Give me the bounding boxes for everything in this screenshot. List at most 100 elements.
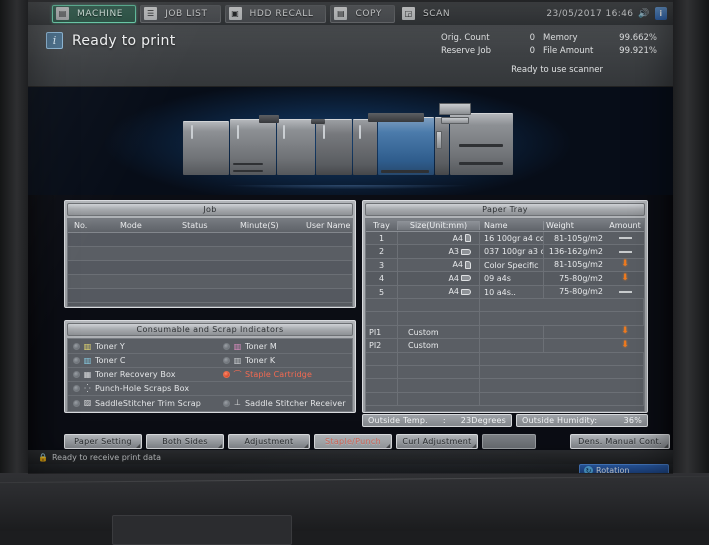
consumable-punch-hole-scraps-box[interactable]: ⁛ Punch-Hole Scraps Box [68, 384, 218, 393]
amount-full-arrow-icon: ⬇ [621, 341, 629, 350]
tab-hdd-recall[interactable]: ▣ HDD RECALL [225, 5, 327, 23]
pi-amount: ⬇ [606, 327, 644, 336]
consumable-saddlestitcher-trim-scrap[interactable]: ▨ SaddleStitcher Trim Scrap [68, 399, 218, 408]
spacer-button [482, 434, 536, 449]
consumable-row: ▨ SaddleStitcher Trim Scrap ⊥ Saddle Sti… [68, 396, 352, 410]
tray-col-amount: Amount [606, 221, 644, 230]
consumable-saddle-stitcher-receiver[interactable]: ⊥ Saddle Stitcher Receiver [218, 399, 346, 408]
paper-tray-row[interactable]: 4 A4 09 a4s 75-80g/m2 ⬇ [366, 272, 644, 285]
consumable-staple-cartridge[interactable]: ⌒ Staple Cartridge [218, 370, 312, 379]
help-icon[interactable]: i [655, 7, 667, 20]
receiver-icon: ⊥ [232, 399, 243, 407]
outside-temp-box: Outside Temp. : 23Degrees [362, 414, 512, 427]
orig-count-label: Orig. Count [441, 33, 513, 43]
reserve-job-value: 0 [513, 46, 543, 56]
paper-tray-panel[interactable]: Paper Tray Tray Size(Unit:mm) Name Weigh… [362, 200, 648, 413]
job-panel[interactable]: Job No. Mode Status Minute(S) User Name [64, 200, 356, 308]
file-amount-label: File Amount [543, 46, 609, 56]
paper-tray-row-empty[interactable] [366, 366, 644, 379]
lock-icon: 🔒 [38, 453, 48, 462]
job-row-empty[interactable] [68, 261, 352, 275]
consumable-label: Staple Cartridge [245, 370, 312, 379]
job-row-empty[interactable] [68, 275, 352, 289]
tray-amount: ⬇ [606, 260, 644, 269]
bezel-right-edge [673, 0, 709, 531]
job-col-minute: Minute(S) [240, 221, 306, 230]
tray-amount: ⬇ [606, 274, 644, 283]
tray-paper-name: 10 a4s.. [480, 286, 544, 298]
trim-scrap-icon: ▨ [82, 399, 93, 407]
tray-number: 1 [366, 232, 398, 244]
consumable-toner-k[interactable]: ▥ Toner K [218, 356, 275, 365]
consumable-row: ▥ Toner Y ▥ Toner M [68, 340, 352, 354]
paper-tray-row[interactable]: 1 A4 16 100gr a4 colotech 81-105g/m2 [366, 232, 644, 245]
job-col-user: User Name [306, 221, 352, 230]
tray-col-tray: Tray [366, 221, 398, 230]
paper-tray-grid[interactable]: Tray Size(Unit:mm) Name Weight Amount 1 … [365, 218, 645, 412]
machine-illustration [28, 87, 673, 195]
outside-humidity-box: Outside Humidity: 36% [516, 414, 648, 427]
paper-tray-row-empty[interactable] [366, 312, 644, 325]
consumable-label: Toner Y [95, 342, 125, 351]
job-row-empty[interactable] [68, 233, 352, 247]
tab-copy[interactable]: ▤ COPY [330, 5, 395, 23]
paper-tray-row-empty[interactable] [366, 379, 644, 392]
dens-manual-cont-button[interactable]: Dens. Manual Cont. [570, 434, 670, 449]
counter-block: Orig. Count 0 Memory 99.662% Reserve Job… [441, 33, 657, 59]
orig-count-value: 0 [513, 33, 543, 43]
tab-scan[interactable]: ◲ SCAN [399, 5, 462, 23]
pi-row-2[interactable]: PI2 Custom ⬇ [366, 339, 644, 352]
paper-tray-row[interactable]: 3 A4 Color Specific 81-105g/m2 ⬇ [366, 259, 644, 272]
bottom-status-text: Ready to receive print data [52, 453, 161, 462]
tray-col-weight: Weight [544, 221, 606, 230]
consumable-toner-recovery-box[interactable]: ▦ Toner Recovery Box [68, 370, 218, 379]
job-row-empty[interactable] [68, 247, 352, 261]
paper-tray-row-empty[interactable] [366, 353, 644, 366]
tray-size-label: A3 [448, 247, 459, 256]
paper-setting-button[interactable]: Paper Setting [64, 434, 142, 449]
printer-icon: ▤ [56, 7, 69, 20]
paper-portrait-icon [465, 234, 471, 242]
paper-tray-row-empty[interactable] [366, 299, 644, 312]
tray-weight: 75-80g/m2 [544, 287, 606, 296]
tray-number: 2 [366, 245, 398, 257]
speaker-icon[interactable]: 🔊 [638, 9, 650, 19]
paper-tray-row-empty[interactable] [366, 393, 644, 406]
tab-machine[interactable]: ▤ MACHINE [52, 5, 136, 23]
touchscreen-display[interactable]: ▤ MACHINE ☰ JOB LIST ▣ HDD RECALL ▤ COPY… [28, 2, 673, 474]
tab-scan-label: SCAN [415, 9, 459, 19]
consumable-toner-y[interactable]: ▥ Toner Y [68, 342, 218, 351]
toner-icon: ▥ [232, 343, 243, 351]
pi-label: PI1 [366, 326, 398, 338]
paper-tray-row[interactable]: 5 A4 10 a4s.. 75-80g/m2 [366, 286, 644, 299]
pi-row-1[interactable]: PI1 Custom ⬇ [366, 326, 644, 339]
staple-punch-button: Staple/Punch [314, 434, 392, 449]
bezel-left-edge [0, 0, 28, 531]
job-col-no: No. [68, 221, 120, 230]
status-dot [223, 357, 230, 364]
tray-size-label: A4 [448, 287, 459, 296]
both-sides-button[interactable]: Both Sides [146, 434, 224, 449]
toner-icon: ▥ [232, 357, 243, 365]
tab-job-list[interactable]: ☰ JOB LIST [140, 5, 220, 23]
amount-full-arrow-icon: ⬇ [621, 260, 629, 269]
pi-value: Custom [398, 339, 480, 351]
consumable-toner-m[interactable]: ▥ Toner M [218, 342, 277, 351]
job-row-empty[interactable] [68, 289, 352, 303]
ready-status-row: i Ready to print [46, 32, 176, 49]
job-grid[interactable]: No. Mode Status Minute(S) User Name [67, 218, 353, 307]
consumables-panel[interactable]: Consumable and Scrap Indicators ▥ Toner … [64, 320, 356, 413]
ready-status-text: Ready to print [72, 33, 176, 49]
curl-adjustment-button[interactable]: Curl Adjustment [396, 434, 478, 449]
tab-machine-label: MACHINE [69, 9, 132, 19]
scanner-icon: ◲ [402, 7, 415, 20]
consumables-list: ▥ Toner Y ▥ Toner M ▥ Ton [67, 338, 353, 412]
pi-label: PI2 [366, 339, 398, 351]
consumable-toner-c[interactable]: ▥ Toner C [68, 356, 218, 365]
tray-col-name: Name [480, 221, 544, 230]
scanner-status-text: Ready to use scanner [511, 65, 603, 75]
hdd-icon: ▣ [229, 7, 242, 20]
status-dot [73, 343, 80, 350]
paper-tray-row[interactable]: 2 A3 037 100gr a3 colotech 136-162g/m2 [366, 245, 644, 258]
adjustment-button[interactable]: Adjustment [228, 434, 310, 449]
